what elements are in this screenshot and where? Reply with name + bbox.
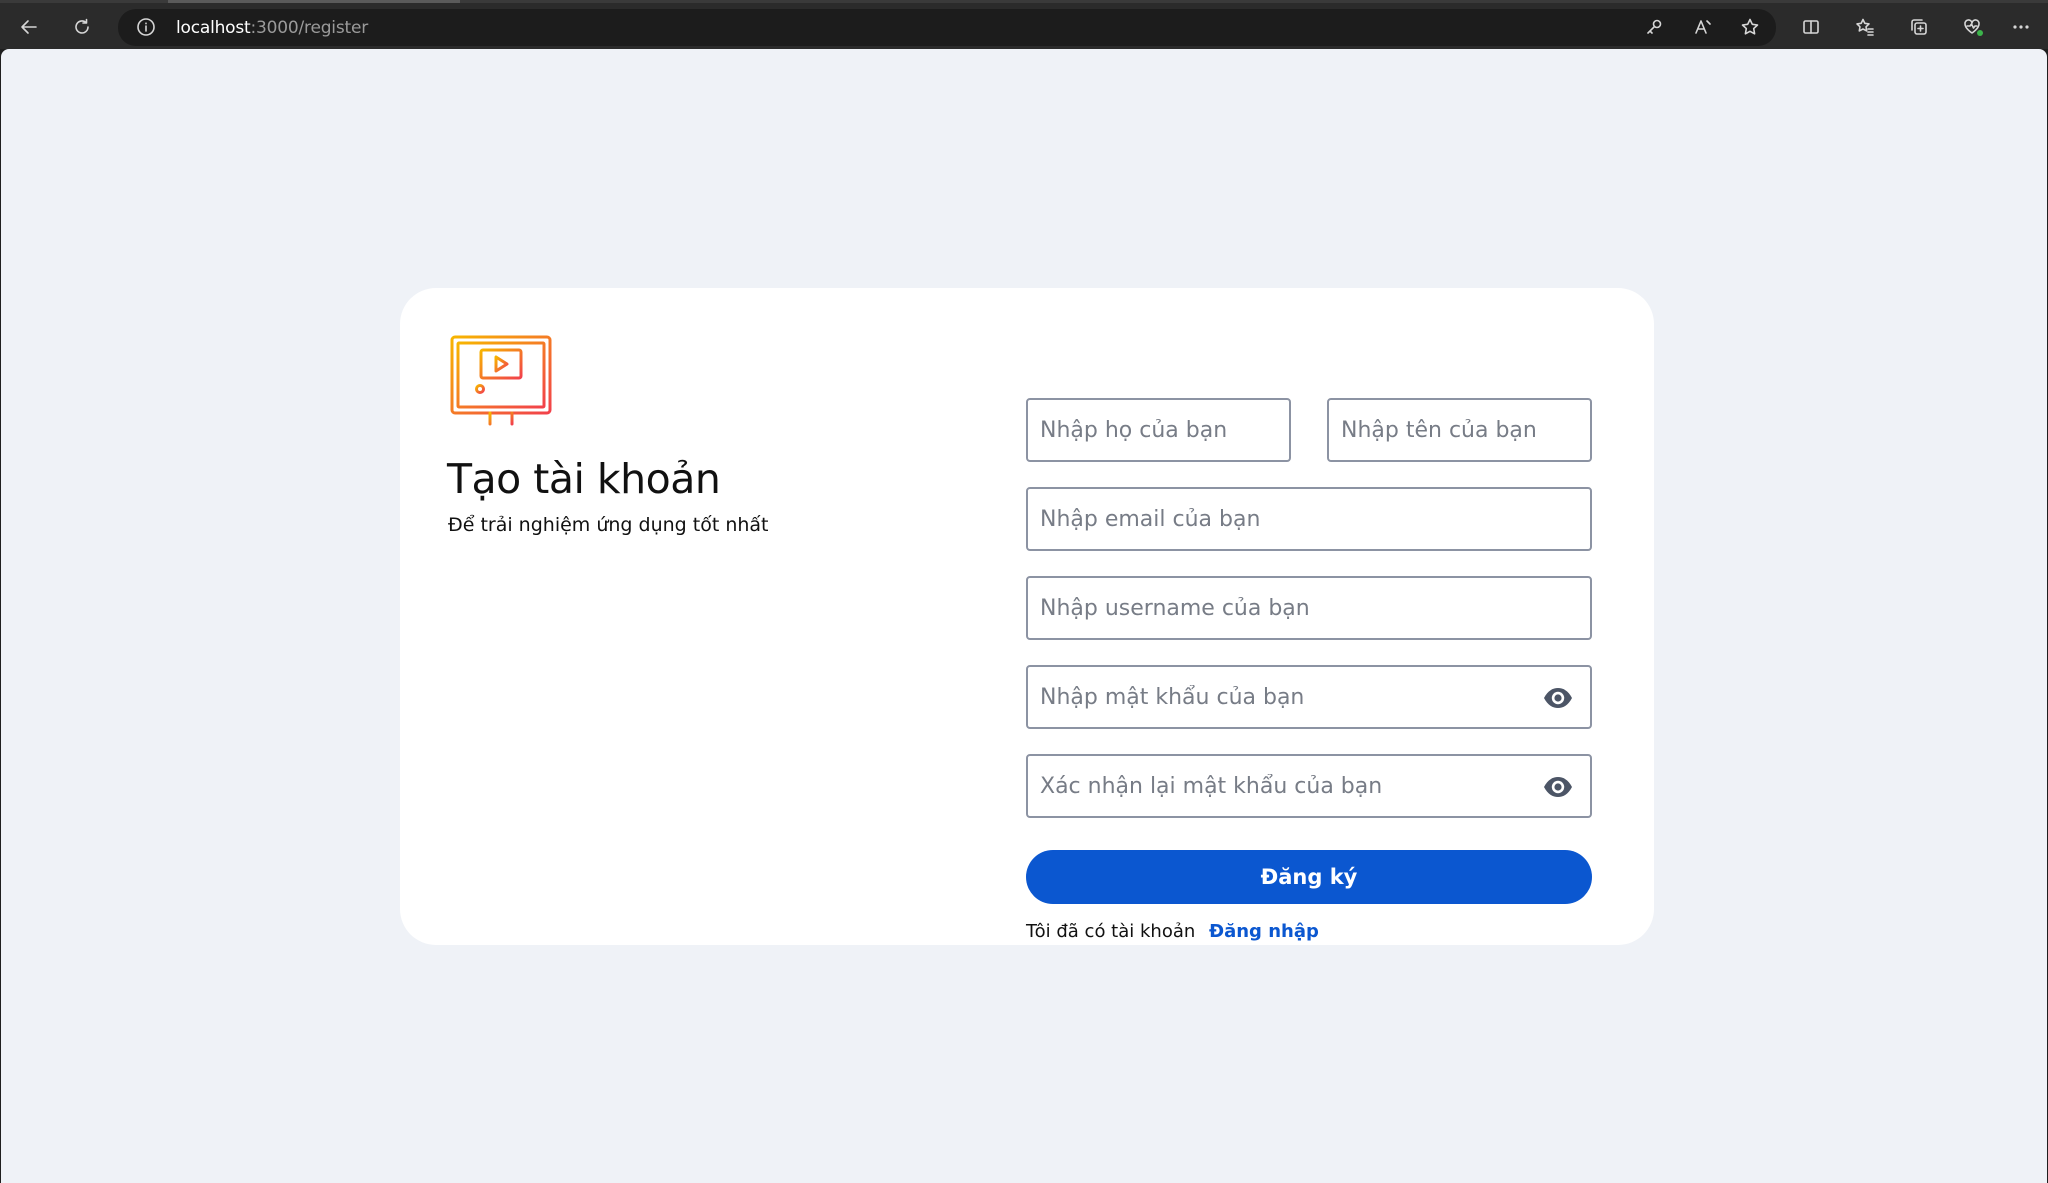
username-field[interactable] xyxy=(1026,576,1592,640)
last-name-field[interactable] xyxy=(1026,398,1291,462)
have-account-text: Tôi đã có tài khoản xyxy=(1026,921,1196,942)
eye-icon[interactable] xyxy=(1542,775,1574,799)
split-screen-icon[interactable] xyxy=(1796,12,1826,42)
read-aloud-icon[interactable] xyxy=(1693,13,1713,42)
first-name-field[interactable] xyxy=(1327,398,1592,462)
page-title: Tạo tài khoản xyxy=(447,455,721,503)
more-menu-icon[interactable] xyxy=(2006,12,2036,42)
health-status-dot xyxy=(1977,30,1983,36)
active-tab-indicator xyxy=(168,0,460,3)
login-prompt: Tôi đã có tài khoản Đăng nhập xyxy=(1026,921,1319,942)
url-path: :3000/register xyxy=(250,18,369,38)
login-link[interactable]: Đăng nhập xyxy=(1209,921,1319,942)
browser-health-icon[interactable] xyxy=(1957,12,1987,42)
eye-icon[interactable] xyxy=(1542,686,1574,710)
register-button[interactable]: Đăng ký xyxy=(1026,850,1592,904)
password-field[interactable] xyxy=(1026,665,1592,729)
info-icon[interactable] xyxy=(136,17,156,42)
address-bar[interactable]: localhost:3000/register xyxy=(118,9,1776,46)
favorite-star-icon[interactable] xyxy=(1740,13,1760,42)
refresh-icon[interactable] xyxy=(67,12,97,42)
register-card: Tạo tài khoản Để trải nghiệm ứng dụng tố… xyxy=(400,288,1654,945)
url-host: localhost xyxy=(176,18,251,38)
monitor-video-logo-icon xyxy=(450,335,552,427)
browser-toolbar: localhost:3000/register xyxy=(0,0,2048,49)
page-viewport: Tạo tài khoản Để trải nghiệm ứng dụng tố… xyxy=(1,49,2047,1183)
collections-icon[interactable] xyxy=(1904,12,1934,42)
email-field[interactable] xyxy=(1026,487,1592,551)
back-arrow-icon[interactable] xyxy=(14,12,44,42)
favorites-icon[interactable] xyxy=(1850,12,1880,42)
url-text[interactable]: localhost:3000/register xyxy=(176,18,368,38)
confirm-password-field[interactable] xyxy=(1026,754,1592,818)
page-subtitle: Để trải nghiệm ứng dụng tốt nhất xyxy=(448,514,769,536)
key-icon[interactable] xyxy=(1644,13,1664,42)
